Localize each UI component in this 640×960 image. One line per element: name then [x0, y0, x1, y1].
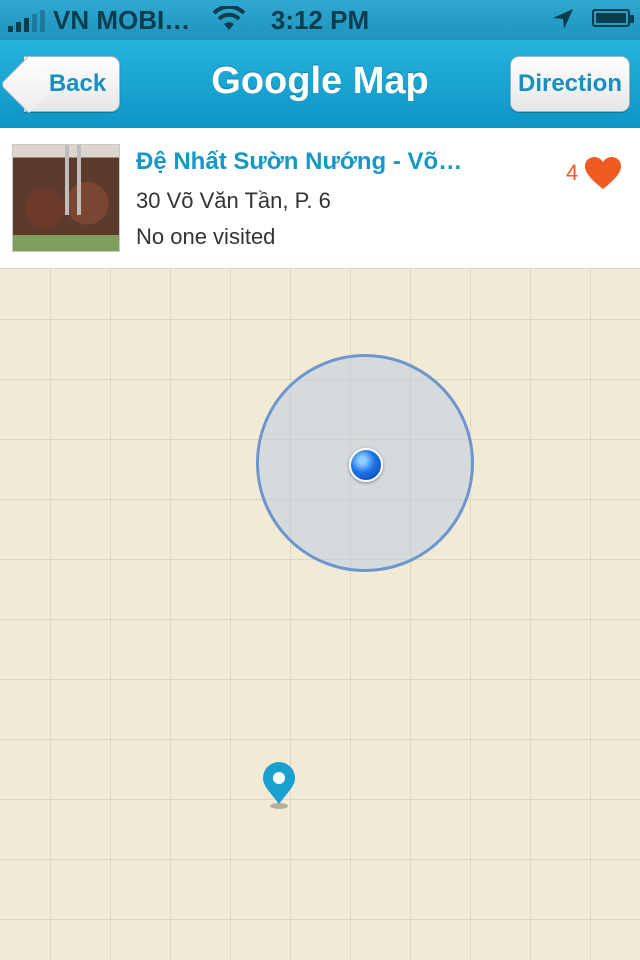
battery-icon	[592, 9, 634, 27]
back-button-label: Back	[48, 70, 107, 97]
map-view[interactable]	[0, 269, 640, 960]
navigation-bar: Back Google Map Direction	[0, 40, 640, 129]
map-pin-icon[interactable]	[260, 762, 298, 810]
location-services-icon	[553, 9, 573, 29]
place-name[interactable]: Đệ Nhất Sườn Nướng - Võ…	[136, 148, 476, 176]
place-address: 30 Võ Văn Tần, P. 6	[136, 188, 331, 213]
place-thumbnail[interactable]	[12, 144, 120, 252]
user-location-icon	[349, 448, 383, 482]
like-control[interactable]: 4	[566, 156, 622, 190]
like-count: 4	[566, 160, 579, 185]
status-bar: VN MOBI… 3:12 PM	[0, 0, 640, 40]
direction-button-label: Direction	[517, 70, 622, 97]
place-card[interactable]: Đệ Nhất Sườn Nướng - Võ… 30 Võ Văn Tần, …	[0, 128, 640, 269]
heart-icon[interactable]	[584, 156, 622, 190]
status-time: 3:12 PM	[270, 5, 370, 35]
visit-status: No one visited	[136, 224, 276, 249]
direction-button[interactable]: Direction	[510, 56, 630, 112]
